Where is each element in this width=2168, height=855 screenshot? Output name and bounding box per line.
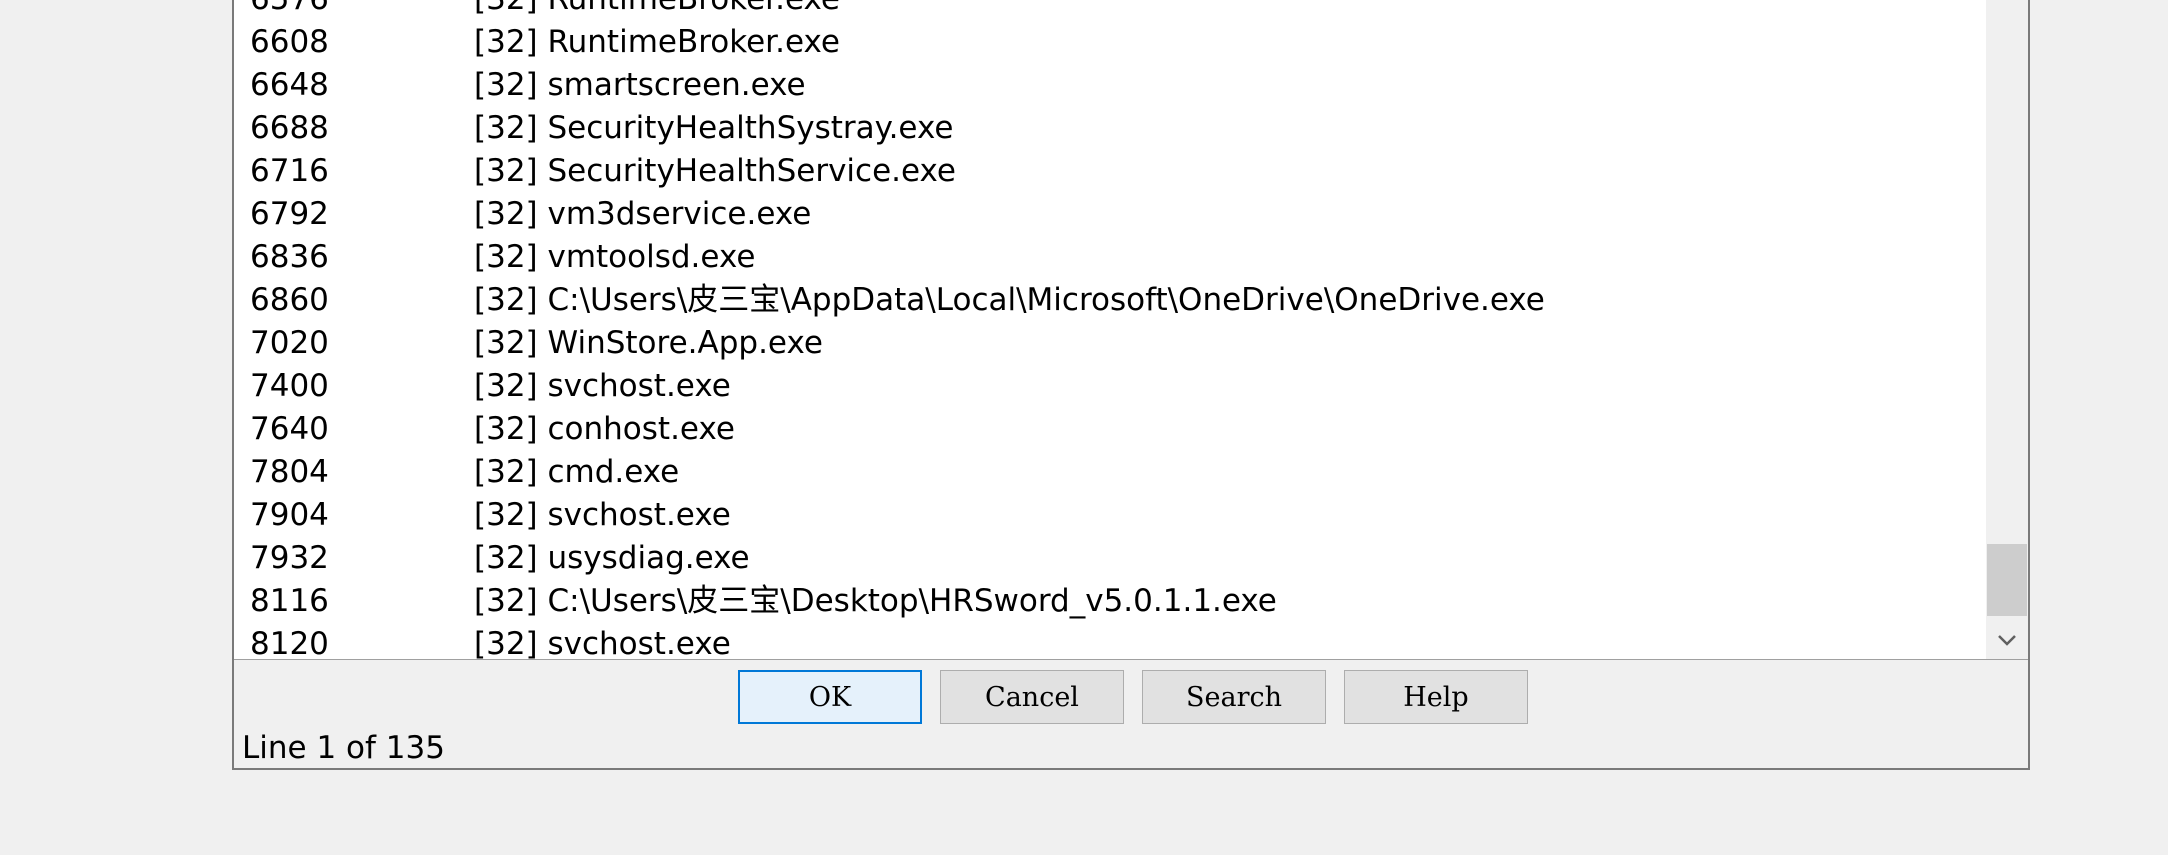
process-pid: 7904 [250,497,329,533]
list-item[interactable]: 7804 [32] cmd.exe [234,451,1986,494]
process-name: [32] usysdiag.exe [474,540,750,576]
list-item[interactable]: 6648 [32] smartscreen.exe [234,64,1986,107]
process-name: [32] smartscreen.exe [474,67,806,103]
list-item[interactable]: 8116 [32] C:\Users\皮三宝\Desktop\HRSword_v5… [234,580,1986,623]
process-name: [32] C:\Users\皮三宝\Desktop\HRSword_v5.0.1… [474,583,1277,619]
process-name: [32] RuntimeBroker.exe [474,24,840,60]
process-pid: 6792 [250,196,329,232]
chevron-down-icon [1998,635,2016,646]
process-pid: 6576 [250,0,329,21]
process-name: [32] SecurityHealthSystray.exe [474,110,954,146]
process-pid: 7400 [250,368,329,404]
process-name: [32] SecurityHealthService.exe [474,153,956,189]
scroll-down-button[interactable] [1986,621,2028,659]
process-name: [32] svchost.exe [474,368,731,404]
list-item[interactable]: 6688 [32] SecurityHealthSystray.exe [234,107,1986,150]
list-item[interactable]: 7932 [32] usysdiag.exe [234,537,1986,580]
process-pid: 7640 [250,411,329,447]
process-list-rows: 6576 [32] RuntimeBroker.exe 6608 [32] Runti… [234,0,1986,660]
list-item[interactable]: 8120 [32] svchost.exe [234,623,1986,660]
process-name: [32] vm3dservice.exe [474,196,812,232]
process-name: [32] C:\Users\皮三宝\AppData\Local\Microsof… [474,282,1545,318]
list-item[interactable]: 6836 [32] vmtoolsd.exe [234,236,1986,279]
process-pid: 7804 [250,454,329,490]
process-list[interactable]: 6576 [32] RuntimeBroker.exe 6608 [32] Runti… [234,0,2028,660]
list-item[interactable]: 6860 [32] C:\Users\皮三宝\AppData\Local\Micr… [234,279,1986,322]
list-item[interactable]: 6792 [32] vm3dservice.exe [234,193,1986,236]
list-item[interactable]: 7020 [32] WinStore.App.exe [234,322,1986,365]
process-pid: 7932 [250,540,329,576]
cancel-button[interactable]: Cancel [940,670,1124,724]
process-pid: 8120 [250,626,329,660]
scrollbar-thumb[interactable] [1987,544,2027,616]
process-pid: 6716 [250,153,329,189]
process-name: [32] RuntimeBroker.exe [474,0,840,21]
list-item[interactable]: 7904 [32] svchost.exe [234,494,1986,537]
process-pid: 6688 [250,110,329,146]
process-pid: 8116 [250,583,329,619]
process-name: [32] svchost.exe [474,497,731,533]
process-pid: 6836 [250,239,329,275]
button-bar: OK Cancel Search Help [234,670,2028,726]
search-button[interactable]: Search [1142,670,1326,724]
list-item[interactable]: 7640 [32] conhost.exe [234,408,1986,451]
vertical-scrollbar[interactable] [1986,0,2028,659]
process-name: [32] WinStore.App.exe [474,325,823,361]
list-item[interactable]: 7400 [32] svchost.exe [234,365,1986,408]
process-list-dialog: 6576 [32] RuntimeBroker.exe 6608 [32] Runti… [232,0,2030,770]
ok-button[interactable]: OK [738,670,922,724]
status-line: Line 1 of 135 [242,730,445,766]
help-button[interactable]: Help [1344,670,1528,724]
process-pid: 7020 [250,325,329,361]
list-item[interactable]: 6576 [32] RuntimeBroker.exe [234,0,1986,21]
list-item[interactable]: 6608 [32] RuntimeBroker.exe [234,21,1986,64]
process-name: [32] svchost.exe [474,626,731,660]
process-name: [32] conhost.exe [474,411,735,447]
list-item[interactable]: 6716 [32] SecurityHealthService.exe [234,150,1986,193]
process-pid: 6860 [250,282,329,318]
process-pid: 6608 [250,24,329,60]
process-pid: 6648 [250,67,329,103]
process-name: [32] cmd.exe [474,454,680,490]
process-name: [32] vmtoolsd.exe [474,239,756,275]
